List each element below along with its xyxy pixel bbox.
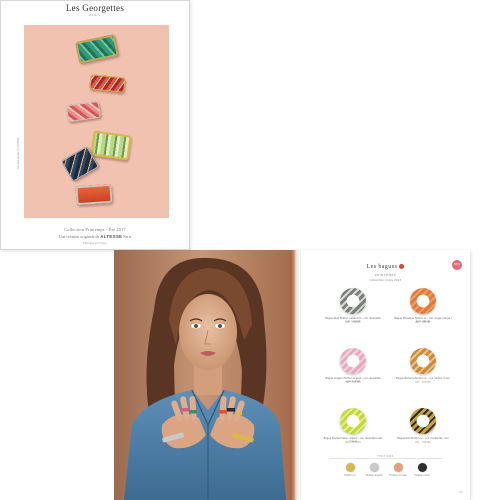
ring-image [340, 408, 366, 434]
cover-product-photo [24, 25, 169, 218]
catalogue-cover-page[interactable]: Les Georgettes PARIS Les Georgettes by A… [0, 0, 190, 250]
finish-swatch [369, 463, 379, 472]
product-card[interactable]: Bague Stud finition ruthénium - cuir rév… [323, 288, 383, 330]
model-photo [114, 250, 290, 500]
ring-image [410, 348, 436, 374]
ring-image [410, 288, 436, 314]
section-title-text: Les bagues [366, 264, 398, 270]
rings-product-page: Les bagues PRINTEMPS Collection mars 201… [300, 250, 470, 500]
finish-swatch [345, 463, 355, 472]
product-card[interactable]: Bague Pois finition or - cuir moutarde /… [393, 408, 453, 450]
brand-logo: Les Georgettes [65, 3, 125, 13]
finish-name: Finition or rose [389, 474, 407, 477]
section-title: Les bagues [301, 264, 470, 270]
finish-option[interactable]: Finition or [338, 463, 362, 485]
made-in-france: Fabriqué en France [82, 240, 108, 245]
product-ref: Réf. : 703353 [345, 380, 361, 384]
ring-image [340, 348, 366, 374]
section-dot-icon [399, 264, 405, 270]
creation-brand: ALTESSE [100, 234, 123, 239]
catalogue-spread[interactable]: Les bagues PRINTEMPS Collection mars 201… [114, 250, 470, 500]
finish-option[interactable]: Finition noire [410, 463, 434, 485]
creation-suffix: Paris [123, 234, 132, 239]
model-illustration [114, 250, 290, 500]
finish-option[interactable]: Finition argent [362, 463, 386, 485]
product-card[interactable]: Bague Mosaïque finition or - cuir rouge … [393, 288, 453, 330]
product-card[interactable]: Bague Bohème finition or - cuir ambre / … [393, 348, 453, 390]
product-ref: Réf. : 703344 [345, 440, 361, 444]
finishes-divider [329, 458, 443, 459]
finish-option[interactable]: Finition or rose [386, 463, 410, 485]
finish-name: Finition noire [414, 474, 430, 477]
brand-logo-sub: PARIS [89, 14, 101, 17]
new-badge: NEW [452, 260, 462, 270]
product-card[interactable]: Bague Feuille finition argent - cuir rév… [323, 408, 383, 450]
collection-title: Collection Printemps - Été 2017 [64, 227, 126, 232]
page-number: 17 [459, 490, 463, 494]
creation-prefix: Une création originale de [58, 234, 100, 239]
product-ref: Réf. : 703340 [345, 320, 361, 324]
cover-side-credit: Les Georgettes by ALTESSE [17, 137, 20, 169]
catalogue-spine [290, 250, 300, 500]
bracelet-cuff-orange [75, 183, 113, 206]
section-subtitle-season: PRINTEMPS [374, 273, 397, 277]
section-subtitle-collection: Collection mars 2017 [369, 278, 402, 282]
bracelet-cuff-coral [65, 100, 102, 123]
creation-credit: Une création originale de ALTESSE Paris [1, 234, 189, 239]
bracelet-cuff-lime [90, 130, 132, 161]
finish-name: Finition argent [365, 474, 383, 477]
finish-swatch [417, 463, 427, 472]
product-ref: Réf. : 703356 [415, 380, 431, 384]
ring-image [340, 288, 366, 314]
finish-name: Finition or [344, 474, 356, 477]
bracelet-cuff-green [75, 34, 119, 64]
product-card[interactable]: Bague Origami finition argent - cuir rév… [323, 348, 383, 390]
product-ref: Réf. : 703355 [415, 440, 431, 444]
product-ref: Réf. : 703362 [415, 320, 431, 324]
bracelet-cuff-red-pattern [89, 74, 126, 93]
ring-image [410, 408, 436, 434]
finish-swatch [393, 463, 403, 472]
